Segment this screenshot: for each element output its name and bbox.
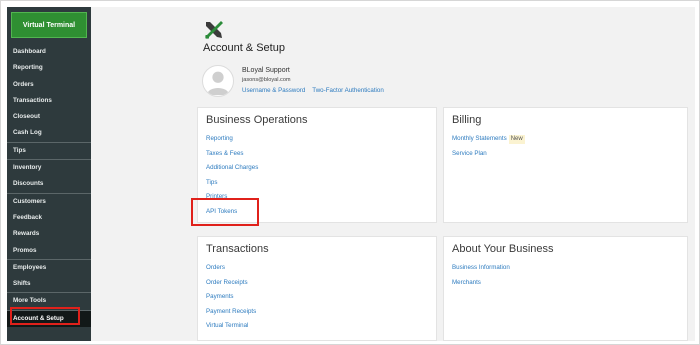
user-silhouette-icon — [206, 71, 230, 96]
main-content: Account & Setup BLoyal Support jasons@bl… — [91, 7, 695, 341]
avatar — [202, 65, 234, 97]
business-information-link[interactable]: Business Information — [452, 261, 510, 276]
app-frame: Virtual Terminal Dashboard Reporting Ord… — [0, 0, 700, 345]
about-links: Business Information Merchants — [452, 261, 510, 290]
tips-link[interactable]: Tips — [206, 176, 258, 191]
additional-charges-link[interactable]: Additional Charges — [206, 161, 258, 176]
new-badge: New — [508, 135, 525, 144]
sidebar: Virtual Terminal Dashboard Reporting Ord… — [7, 7, 91, 341]
payment-receipts-link[interactable]: Payment Receipts — [206, 305, 256, 320]
sidebar-nav: Dashboard Reporting Orders Transactions … — [7, 44, 91, 328]
sidebar-item-employees[interactable]: Employees — [7, 260, 91, 276]
reporting-link[interactable]: Reporting — [206, 132, 258, 147]
user-email: jasons@bloyal.com — [242, 77, 291, 83]
orders-link[interactable]: Orders — [206, 261, 256, 276]
two-factor-auth-link[interactable]: Two-Factor Authentication — [312, 87, 384, 94]
card-title: About Your Business — [452, 243, 554, 255]
username-password-link[interactable]: Username & Password — [242, 87, 305, 94]
sidebar-item-shifts[interactable]: Shifts — [7, 276, 91, 292]
sidebar-item-customers[interactable]: Customers — [7, 194, 91, 210]
sidebar-item-orders[interactable]: Orders — [7, 77, 91, 93]
card-title: Business Operations — [206, 114, 308, 126]
card-title: Billing — [452, 114, 482, 126]
about-your-business-card: About Your Business Business Information… — [443, 236, 688, 341]
taxes-fees-link[interactable]: Taxes & Fees — [206, 147, 258, 162]
sidebar-item-transactions[interactable]: Transactions — [7, 93, 91, 109]
profile-links: Username & Password Two-Factor Authentic… — [242, 87, 384, 94]
sidebar-item-feedback[interactable]: Feedback — [7, 210, 91, 226]
sidebar-item-closeout[interactable]: Closeout — [7, 109, 91, 125]
sidebar-item-promos[interactable]: Promos — [7, 243, 91, 259]
user-name: BLoyal Support — [242, 67, 290, 74]
service-plan-link[interactable]: Service Plan — [452, 147, 525, 162]
sidebar-item-cash-log[interactable]: Cash Log — [7, 125, 91, 141]
payments-link[interactable]: Payments — [206, 290, 256, 305]
highlight-box-account-setup — [10, 307, 80, 325]
sidebar-item-tips[interactable]: Tips — [7, 143, 91, 159]
virtual-terminal-button[interactable]: Virtual Terminal — [11, 12, 87, 38]
order-receipts-link[interactable]: Order Receipts — [206, 276, 256, 291]
monthly-statements-link[interactable]: Monthly Statements — [452, 135, 507, 142]
billing-links: Monthly Statements New Service Plan — [452, 132, 525, 161]
sidebar-item-rewards[interactable]: Rewards — [7, 226, 91, 242]
wrench-screwdriver-icon — [205, 21, 223, 39]
page-title: Account & Setup — [203, 42, 285, 54]
sidebar-item-reporting[interactable]: Reporting — [7, 60, 91, 76]
card-title: Transactions — [206, 243, 269, 255]
merchants-link[interactable]: Merchants — [452, 276, 510, 291]
highlight-box-api-tokens — [191, 198, 259, 226]
virtual-terminal-link[interactable]: Virtual Terminal — [206, 319, 256, 334]
sidebar-item-inventory[interactable]: Inventory — [7, 160, 91, 176]
billing-card: Billing Monthly Statements New Service Pl… — [443, 107, 688, 223]
sidebar-item-discounts[interactable]: Discounts — [7, 176, 91, 192]
transactions-card: Transactions Orders Order Receipts Payme… — [197, 236, 437, 341]
transactions-links: Orders Order Receipts Payments Payment R… — [206, 261, 256, 334]
sidebar-item-dashboard[interactable]: Dashboard — [7, 44, 91, 60]
monthly-statements-row: Monthly Statements New — [452, 132, 525, 147]
